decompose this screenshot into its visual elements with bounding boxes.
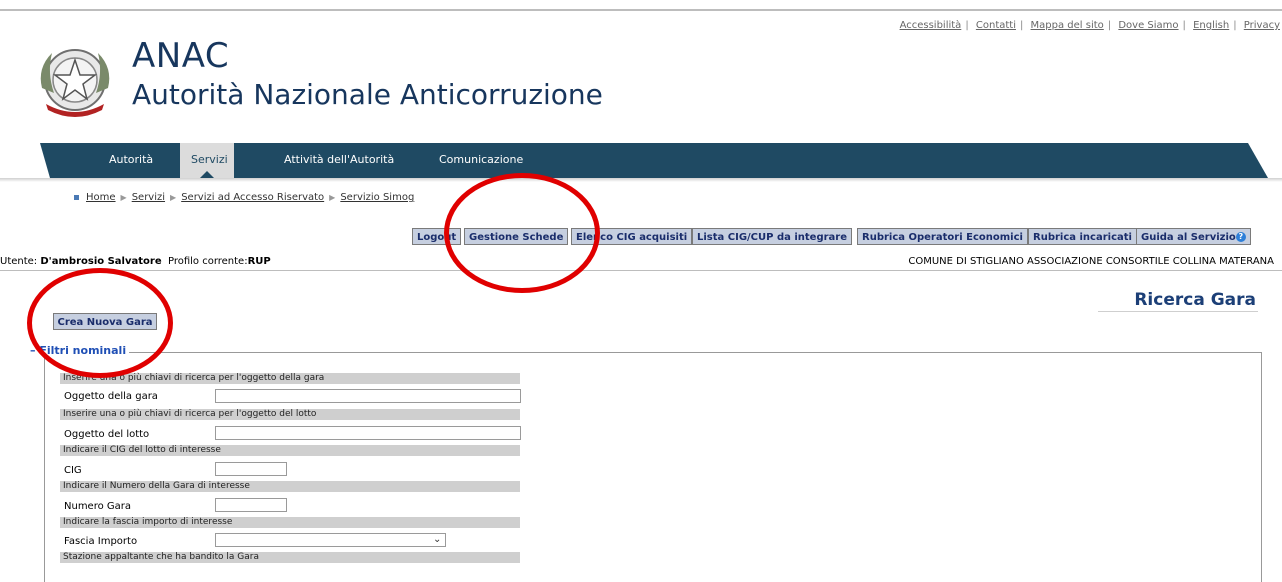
logout-button[interactable]: Logout bbox=[412, 228, 462, 245]
hint-numero-gara: Indicare il Numero della Gara di interes… bbox=[60, 481, 520, 492]
breadcrumb-servizi[interactable]: Servizi bbox=[132, 192, 165, 203]
link-contatti[interactable]: Contatti bbox=[976, 20, 1016, 31]
breadcrumb: Home ▶ Servizi ▶ Servizi ad Accesso Riservat… bbox=[74, 192, 414, 203]
nav-item-comunicazione[interactable]: Comunicazione bbox=[439, 153, 523, 166]
nav-item-autorita[interactable]: Autorità bbox=[109, 153, 153, 166]
link-english[interactable]: English bbox=[1193, 20, 1229, 31]
link-privacy[interactable]: Privacy bbox=[1244, 20, 1280, 31]
organization-name: COMUNE DI STIGLIANO ASSOCIAZIONE CONSORT… bbox=[908, 256, 1274, 267]
gestione-schede-button[interactable]: Gestione Schede bbox=[464, 228, 569, 245]
profile-label: Profilo corrente: bbox=[167, 256, 248, 267]
user-info: Utente: D'ambrosio Salvatore Profilo cor… bbox=[0, 256, 271, 267]
chevron-down-icon: ⌄ bbox=[433, 534, 442, 545]
navbar-shadow bbox=[0, 178, 1282, 182]
link-mappa-sito[interactable]: Mappa del sito bbox=[1031, 20, 1104, 31]
fascia-importo-select[interactable] bbox=[215, 533, 446, 547]
hint-fascia-importo: Indicare la fascia importo di interesse bbox=[60, 517, 520, 528]
utility-links: Accessibilità | Contatti | Mappa del sito |… bbox=[899, 20, 1280, 31]
rubrica-incaricati-button[interactable]: Rubrica incaricati bbox=[1028, 228, 1137, 245]
crea-nuova-gara-button[interactable]: Crea Nuova Gara bbox=[53, 313, 157, 330]
profile-value: RUP bbox=[247, 256, 271, 267]
hint-cig: Indicare il CIG del lotto di interesse bbox=[60, 445, 520, 456]
label-numero-gara: Numero Gara bbox=[64, 501, 132, 512]
breadcrumb-arrow-icon: ▶ bbox=[120, 193, 127, 202]
breadcrumb-arrow-icon: ▶ bbox=[329, 193, 336, 202]
logo-full-name: Autorità Nazionale Anticorruzione bbox=[132, 78, 603, 111]
breadcrumb-home[interactable]: Home bbox=[86, 192, 116, 203]
user-divider bbox=[0, 270, 1282, 271]
lista-cig-cup-button[interactable]: Lista CIG/CUP da integrare bbox=[692, 228, 852, 245]
cig-input[interactable] bbox=[215, 462, 287, 476]
user-label: Utente: bbox=[0, 256, 38, 267]
italian-republic-emblem-icon bbox=[40, 49, 110, 117]
filters-legend[interactable]: – Filtri nominali bbox=[30, 344, 130, 357]
label-oggetto-gara: Oggetto della gara bbox=[64, 391, 158, 402]
hint-oggetto-lotto: Inserire una o più chiavi di ricerca per… bbox=[60, 409, 520, 420]
user-name: D'ambrosio Salvatore bbox=[40, 256, 162, 267]
label-oggetto-lotto: Oggetto del lotto bbox=[64, 429, 150, 440]
breadcrumb-accesso-riservato[interactable]: Servizi ad Accesso Riservato bbox=[181, 192, 324, 203]
oggetto-gara-input[interactable] bbox=[215, 389, 521, 403]
rubrica-operatori-button[interactable]: Rubrica Operatori Economici bbox=[857, 228, 1028, 245]
hint-stazione-appaltante: Stazione appaltante che ha bandito la Ga… bbox=[60, 552, 520, 563]
link-dove-siamo[interactable]: Dove Siamo bbox=[1118, 20, 1178, 31]
label-cig: CIG bbox=[64, 465, 82, 476]
top-rule bbox=[0, 9, 1282, 11]
nav-item-attivita[interactable]: Attività dell'Autorità bbox=[284, 153, 394, 166]
title-divider bbox=[1098, 311, 1258, 312]
breadcrumb-arrow-icon: ▶ bbox=[170, 193, 177, 202]
page-title: Ricerca Gara bbox=[1134, 290, 1256, 310]
label-fascia-importo: Fascia Importo bbox=[64, 536, 138, 547]
guida-servizio-button[interactable]: Guida al Servizio? bbox=[1136, 228, 1251, 245]
breadcrumb-bullet-icon bbox=[74, 194, 79, 200]
oggetto-lotto-input[interactable] bbox=[215, 426, 521, 440]
guida-label: Guida al Servizio bbox=[1141, 232, 1236, 243]
logo-abbreviation: ANAC bbox=[132, 36, 230, 76]
help-icon: ? bbox=[1235, 232, 1246, 242]
numero-gara-input[interactable] bbox=[215, 498, 287, 512]
breadcrumb-simog[interactable]: Servizio Simog bbox=[340, 192, 414, 203]
filters-legend-label: Filtri nominali bbox=[39, 344, 127, 357]
collapse-minus-icon: – bbox=[30, 344, 40, 357]
nav-item-servizi[interactable]: Servizi bbox=[191, 153, 228, 166]
hint-oggetto-gara: Inserire una o più chiavi di ricerca per… bbox=[60, 373, 520, 384]
nav-active-caret-icon bbox=[200, 171, 214, 178]
link-accessibilita[interactable]: Accessibilità bbox=[900, 20, 962, 31]
elenco-cig-button[interactable]: Elenco CIG acquisiti bbox=[571, 228, 693, 245]
